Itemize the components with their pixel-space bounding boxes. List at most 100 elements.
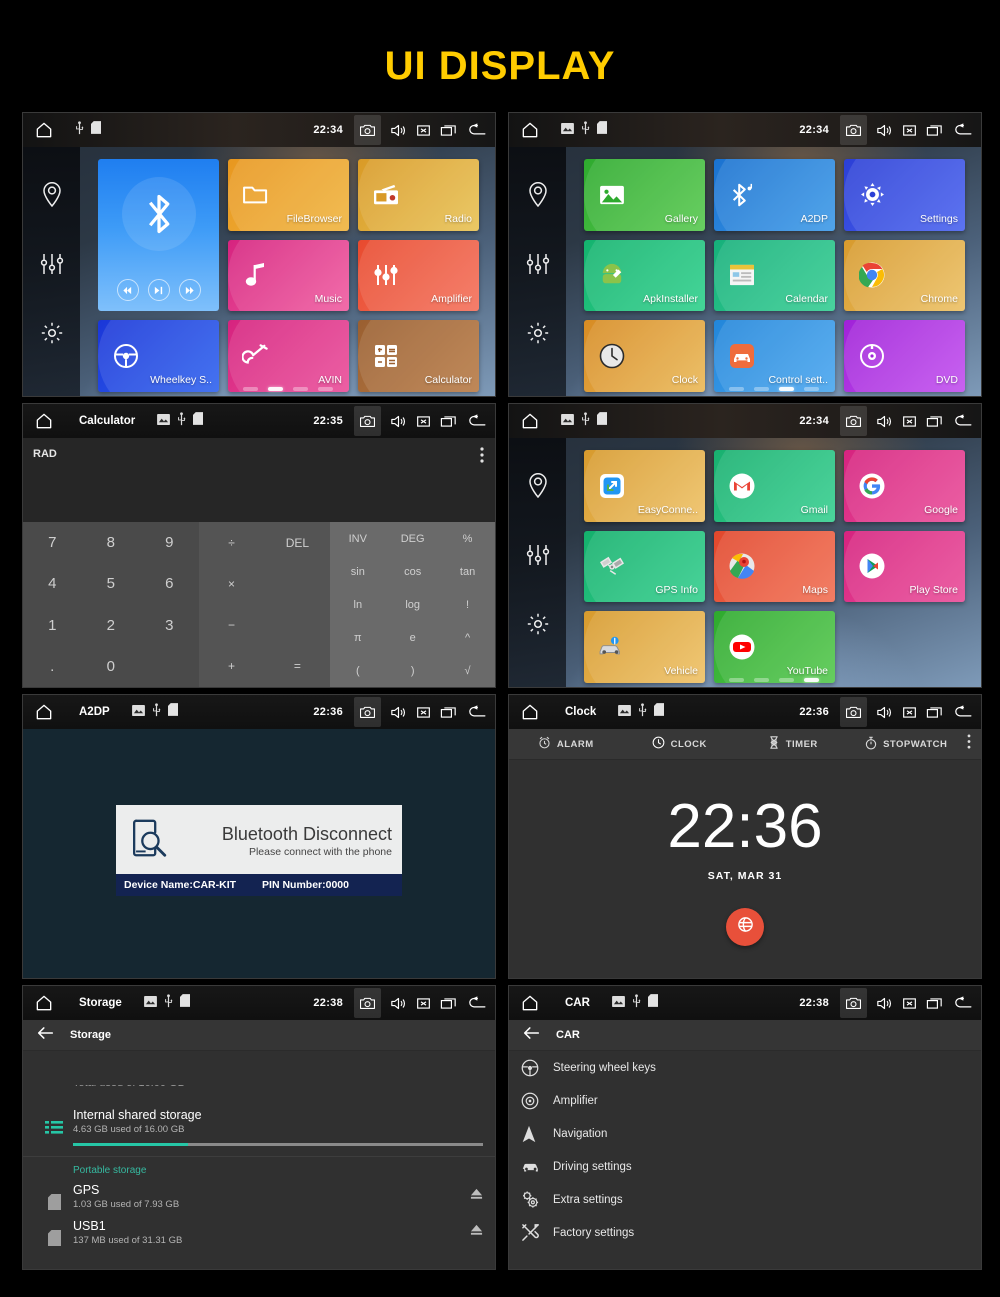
page-dot[interactable] [753, 387, 769, 391]
calc-key-paren-open[interactable]: ( [330, 654, 385, 687]
calc-key[interactable]: 0 [82, 646, 141, 687]
app-tile-calculator[interactable]: Calculator [358, 320, 479, 392]
calc-key[interactable]: 4 [23, 563, 82, 604]
equalizer-icon[interactable] [39, 252, 65, 281]
car-row-steering-wheel-keys[interactable]: Steering wheel keys [509, 1051, 981, 1084]
storage-portable-row[interactable]: GPS 1.03 GB used of 7.93 GB [23, 1178, 495, 1214]
location-pin-icon[interactable] [527, 181, 549, 212]
calc-key[interactable]: 8 [82, 522, 141, 563]
app-tile-clock[interactable]: Clock [584, 320, 705, 392]
app-tile-amplifier[interactable]: Amplifier [358, 239, 479, 312]
volume-icon[interactable] [876, 123, 893, 138]
home-icon[interactable] [33, 119, 55, 141]
eject-icon[interactable] [470, 1187, 483, 1205]
camera-icon[interactable] [840, 406, 867, 436]
bluetooth-music-widget[interactable] [98, 159, 219, 312]
calc-key[interactable]: 5 [82, 563, 141, 604]
home-icon[interactable] [33, 992, 55, 1014]
gear-icon[interactable] [526, 612, 550, 641]
calc-key-deg[interactable]: DEG [385, 522, 440, 555]
back-icon[interactable] [466, 704, 487, 720]
recents-icon[interactable] [926, 123, 943, 138]
prev-track-button[interactable] [116, 279, 139, 302]
calc-key[interactable]: . [23, 646, 82, 687]
calc-key[interactable]: 6 [140, 563, 199, 604]
close-box-icon[interactable] [902, 123, 917, 138]
calc-key-percent[interactable]: % [440, 522, 495, 555]
home-icon[interactable] [519, 119, 541, 141]
back-icon[interactable] [952, 413, 973, 429]
calc-key-tan[interactable]: tan [440, 555, 495, 588]
back-icon[interactable] [952, 122, 973, 138]
page-dot[interactable] [242, 387, 258, 391]
car-row-factory-settings[interactable]: Factory settings [509, 1216, 981, 1249]
play-pause-button[interactable] [147, 279, 170, 302]
calc-key-multiply[interactable]: × [199, 563, 265, 604]
camera-icon[interactable] [354, 988, 381, 1018]
app-tile-vehicle[interactable]: Vehicle [584, 611, 705, 683]
calc-key-log[interactable]: log [385, 588, 440, 621]
page-dot[interactable] [753, 678, 769, 682]
camera-icon[interactable] [840, 988, 867, 1018]
volume-icon[interactable] [390, 705, 407, 720]
app-tile-calendar[interactable]: Calendar [714, 239, 835, 312]
calc-key-pi[interactable]: π [330, 621, 385, 654]
app-tile-gmail[interactable]: Gmail [714, 450, 835, 522]
tab-alarm[interactable]: ALARM [509, 736, 623, 752]
calc-key-ln[interactable]: ln [330, 588, 385, 621]
app-tile-filebrowser[interactable]: FileBrowser [228, 159, 349, 231]
car-row-amplifier[interactable]: Amplifier [509, 1084, 981, 1117]
recents-icon[interactable] [926, 705, 943, 720]
tab-stopwatch[interactable]: STOPWATCH [850, 736, 964, 753]
close-box-icon[interactable] [902, 705, 917, 720]
app-tile-settings[interactable]: Settings [844, 159, 965, 231]
page-dot-active[interactable] [803, 678, 819, 682]
volume-icon[interactable] [390, 123, 407, 138]
calc-key-plus[interactable]: + [199, 646, 265, 687]
recents-icon[interactable] [440, 123, 457, 138]
equalizer-icon[interactable] [525, 252, 551, 281]
calc-key-power[interactable]: ^ [440, 621, 495, 654]
calc-key-e[interactable]: e [385, 621, 440, 654]
page-dot[interactable] [778, 678, 794, 682]
camera-icon[interactable] [354, 697, 381, 727]
calc-key[interactable]: 7 [23, 522, 82, 563]
calc-key[interactable]: 9 [140, 522, 199, 563]
recents-icon[interactable] [440, 705, 457, 720]
recents-icon[interactable] [440, 996, 457, 1011]
app-tile-gallery[interactable]: Gallery [584, 159, 705, 231]
volume-icon[interactable] [876, 414, 893, 429]
gear-icon[interactable] [526, 321, 550, 350]
recents-icon[interactable] [926, 996, 943, 1011]
eject-icon[interactable] [470, 1223, 483, 1241]
back-icon[interactable] [466, 995, 487, 1011]
app-tile-a2dp[interactable]: A2DP [714, 159, 835, 231]
app-tile-music[interactable]: Music [228, 239, 349, 312]
overflow-menu-icon[interactable] [963, 734, 975, 754]
car-row-navigation[interactable]: Navigation [509, 1117, 981, 1150]
camera-icon[interactable] [840, 115, 867, 145]
app-tile-dvd[interactable]: DVD [844, 320, 965, 392]
calc-key-divide[interactable]: ÷ [199, 522, 265, 563]
home-icon[interactable] [33, 410, 55, 432]
calc-key-cos[interactable]: cos [385, 555, 440, 588]
calculator-mode[interactable]: RAD [33, 448, 57, 460]
page-dot-active[interactable] [267, 387, 283, 391]
equalizer-icon[interactable] [525, 543, 551, 572]
car-row-driving-settings[interactable]: Driving settings [509, 1150, 981, 1183]
recents-icon[interactable] [440, 414, 457, 429]
add-city-button[interactable] [726, 908, 764, 946]
volume-icon[interactable] [390, 414, 407, 429]
location-pin-icon[interactable] [527, 472, 549, 503]
volume-icon[interactable] [390, 996, 407, 1011]
home-icon[interactable] [519, 701, 541, 723]
calc-key-sqrt[interactable]: √ [440, 654, 495, 687]
calc-key[interactable]: 2 [82, 605, 141, 646]
calc-key-del[interactable]: DEL [264, 522, 330, 563]
tab-timer[interactable]: TIMER [736, 736, 850, 752]
storage-portable-row[interactable]: USB1 137 MB used of 31.31 GB [23, 1214, 495, 1250]
tab-clock[interactable]: CLOCK [623, 736, 737, 752]
app-tile-play-store[interactable]: Play Store [844, 530, 965, 603]
calc-key[interactable]: 3 [140, 605, 199, 646]
app-tile-wheelkey[interactable]: Wheelkey S.. [98, 320, 219, 392]
